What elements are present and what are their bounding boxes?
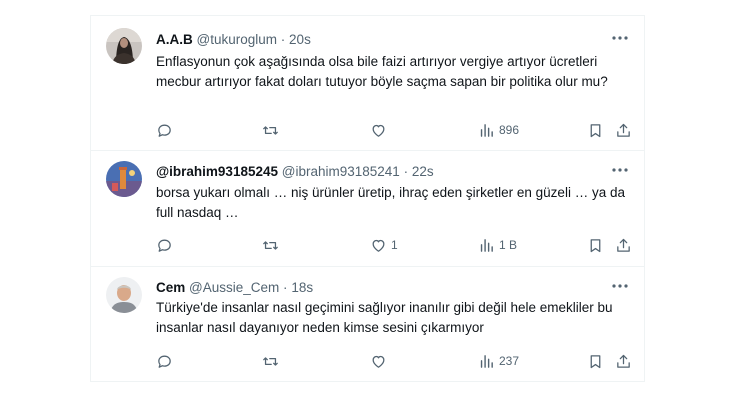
- like-count: 1: [391, 238, 398, 252]
- retweet-icon: [262, 353, 279, 370]
- heart-icon: [370, 122, 387, 139]
- tweet-header: Cem @Aussie_Cem · 18s: [156, 280, 634, 296]
- tweet-text: Türkiye'de insanlar nasıl geçimini sağlı…: [156, 300, 613, 335]
- views-count: 1 B: [499, 238, 518, 252]
- retweet-icon: [262, 122, 279, 139]
- tweet-actions: 1 1 B: [156, 235, 630, 255]
- separator-dot: ·: [283, 280, 288, 295]
- views-count: 237: [499, 354, 520, 368]
- avatar[interactable]: [106, 161, 142, 197]
- tweet[interactable]: Cem @Aussie_Cem · 18s Türkiye'de insanla…: [91, 267, 644, 381]
- share-button[interactable]: [615, 235, 632, 255]
- separator-dot: ·: [403, 164, 409, 179]
- reply-icon: [156, 237, 173, 254]
- bookmark-button[interactable]: [587, 351, 604, 371]
- retweet-button[interactable]: [262, 351, 283, 371]
- share-button[interactable]: [615, 351, 632, 371]
- reply-icon: [156, 353, 173, 370]
- reply-button[interactable]: [156, 351, 177, 371]
- timestamp[interactable]: 22s: [412, 164, 434, 179]
- display-name[interactable]: @ibrahim93185245: [156, 164, 278, 179]
- views-button[interactable]: 896: [478, 120, 519, 140]
- tweet-header: A.A.B @tukuroglum · 20s: [156, 32, 634, 48]
- views-icon: [478, 122, 495, 139]
- retweet-icon: [262, 237, 279, 254]
- views-button[interactable]: 1 B: [478, 235, 517, 255]
- tweet[interactable]: A.A.B @tukuroglum · 20s Enflasyonun çok …: [91, 16, 644, 151]
- bookmark-icon: [587, 237, 604, 254]
- timestamp[interactable]: 20s: [289, 32, 311, 47]
- like-button[interactable]: 1: [370, 235, 398, 255]
- display-name[interactable]: A.A.B: [156, 32, 193, 47]
- avatar[interactable]: [106, 28, 142, 64]
- display-name[interactable]: Cem: [156, 280, 185, 295]
- share-button[interactable]: [615, 120, 632, 140]
- reply-icon: [156, 122, 173, 139]
- like-button[interactable]: [370, 120, 391, 140]
- tweet-actions: 237: [156, 351, 630, 371]
- tweet-actions: 896: [156, 120, 630, 140]
- like-button[interactable]: [370, 351, 391, 371]
- more-icon[interactable]: [610, 162, 630, 178]
- views-icon: [478, 237, 495, 254]
- tweet[interactable]: @ibrahim93185245 @ibrahim93185241 · 22s …: [91, 151, 644, 267]
- reply-button[interactable]: [156, 235, 177, 255]
- share-icon: [615, 353, 632, 370]
- avatar[interactable]: [106, 277, 142, 313]
- tweet-header: @ibrahim93185245 @ibrahim93185241 · 22s: [156, 164, 634, 180]
- bookmark-icon: [587, 122, 604, 139]
- more-icon[interactable]: [610, 278, 630, 294]
- user-handle[interactable]: @ibrahim93185241: [282, 164, 400, 179]
- heart-icon: [370, 353, 387, 370]
- share-icon: [615, 122, 632, 139]
- tweet-feed: A.A.B @tukuroglum · 20s Enflasyonun çok …: [90, 15, 645, 382]
- bookmark-button[interactable]: [587, 120, 604, 140]
- user-handle[interactable]: @tukuroglum: [197, 32, 278, 47]
- tweet-text: Enflasyonun çok aşağısında olsa bile fai…: [156, 54, 608, 89]
- views-count: 896: [499, 123, 520, 137]
- retweet-button[interactable]: [262, 235, 283, 255]
- heart-icon: [370, 237, 387, 254]
- views-icon: [478, 353, 495, 370]
- retweet-button[interactable]: [262, 120, 283, 140]
- bookmark-button[interactable]: [587, 235, 604, 255]
- reply-button[interactable]: [156, 120, 177, 140]
- user-handle[interactable]: @Aussie_Cem: [189, 280, 279, 295]
- views-button[interactable]: 237: [478, 351, 519, 371]
- separator-dot: ·: [280, 32, 286, 47]
- more-icon[interactable]: [610, 30, 630, 46]
- share-icon: [615, 237, 632, 254]
- bookmark-icon: [587, 353, 604, 370]
- tweet-text: borsa yukarı olmalı … niş ürünler üretip…: [156, 185, 625, 220]
- timestamp[interactable]: 18s: [291, 280, 313, 295]
